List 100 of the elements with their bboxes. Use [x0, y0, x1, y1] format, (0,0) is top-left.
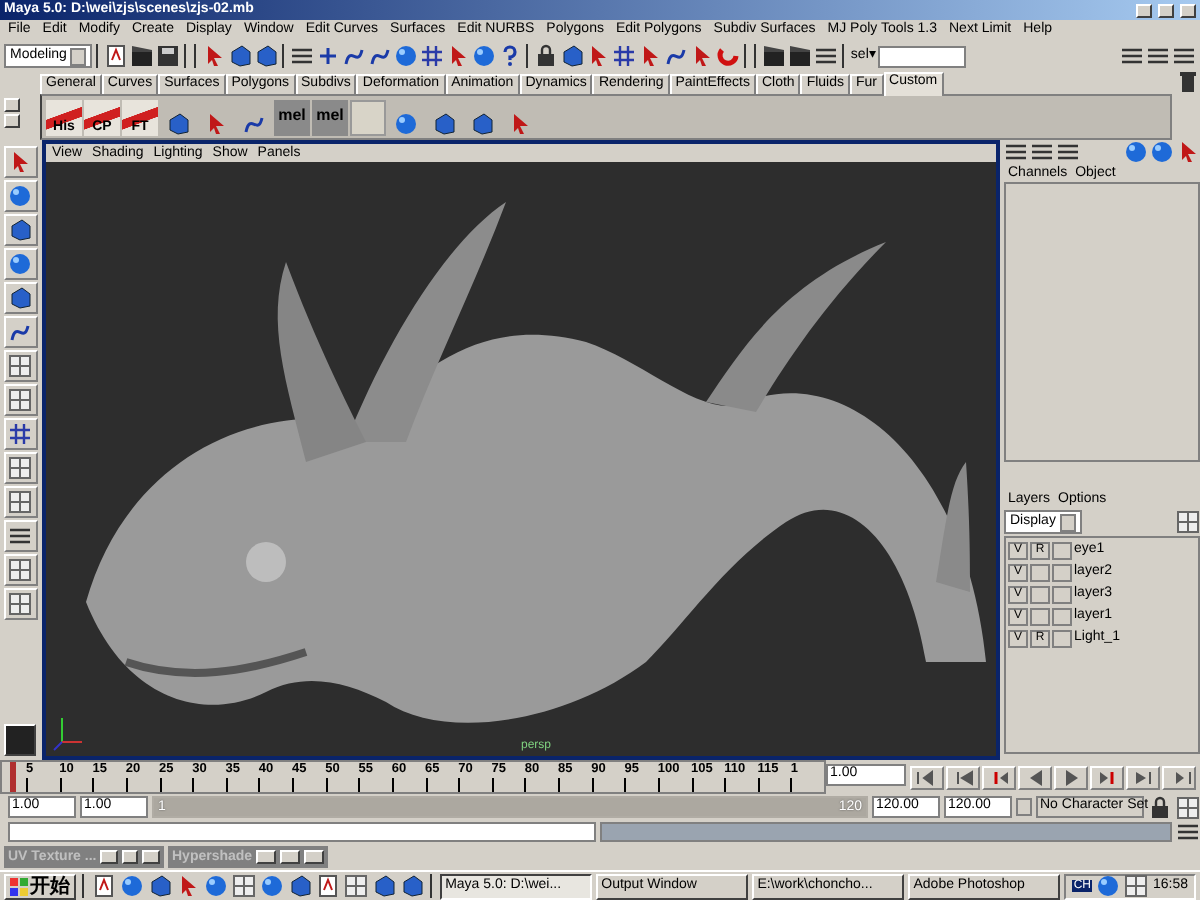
clapper-icon[interactable] [788, 44, 813, 68]
maximize-button[interactable] [1158, 3, 1174, 17]
padlock-icon[interactable] [534, 44, 559, 68]
shelf-button[interactable]: mel [274, 99, 310, 135]
close-button[interactable] [142, 850, 160, 864]
grid-icon[interactable] [612, 44, 637, 68]
list-icon[interactable] [814, 44, 839, 68]
arrow-icon[interactable] [638, 44, 663, 68]
arrow-icon[interactable] [1176, 140, 1200, 164]
cube-icon[interactable] [560, 44, 585, 68]
panel-layout-icon[interactable] [231, 874, 256, 898]
step-back-frame-button[interactable] [982, 765, 1016, 789]
sphere-icon[interactable] [472, 44, 497, 68]
list-icon[interactable] [1004, 140, 1028, 164]
tool-button[interactable] [3, 418, 37, 450]
arrow-icon[interactable] [446, 44, 471, 68]
grid-icon[interactable] [420, 44, 445, 68]
arrow-icon [8, 150, 32, 174]
tool-button[interactable] [3, 588, 37, 620]
curve-icon[interactable] [664, 44, 689, 68]
tool-button[interactable] [3, 214, 37, 246]
tool-button[interactable] [3, 146, 37, 178]
arrow-icon[interactable] [690, 44, 715, 68]
close-button[interactable] [304, 850, 324, 864]
tool-button[interactable] [3, 282, 37, 314]
maximize-button[interactable] [280, 850, 301, 864]
magnet-icon[interactable] [716, 44, 741, 68]
go-to-start-icon [915, 765, 939, 789]
play-backwards-button[interactable] [1018, 765, 1052, 789]
clapper-icon[interactable] [762, 44, 787, 68]
color-swatch[interactable] [1052, 563, 1072, 581]
list-icon[interactable] [290, 44, 315, 68]
panel-layout-icon [8, 456, 32, 480]
tool-button[interactable] [3, 384, 37, 416]
cube-icon[interactable] [228, 44, 253, 68]
panel-layout-icon[interactable] [1176, 510, 1200, 534]
panel-layout-icon [8, 592, 32, 616]
selection-field[interactable] [878, 45, 967, 67]
step-back-key-button[interactable] [946, 765, 980, 789]
sphere-icon[interactable] [1150, 140, 1174, 164]
color-swatch[interactable] [1052, 607, 1072, 625]
color-swatch[interactable] [1052, 629, 1072, 647]
tool-button[interactable] [3, 486, 37, 518]
panel-layout-icon[interactable] [343, 874, 368, 898]
document-icon[interactable] [315, 874, 340, 898]
step-forward-key-button[interactable] [1126, 765, 1160, 789]
color-swatch[interactable] [1052, 541, 1072, 559]
cube-icon[interactable] [399, 874, 424, 898]
tool-button[interactable] [3, 520, 37, 552]
cube-icon[interactable] [371, 874, 396, 898]
padlock-icon[interactable] [1148, 795, 1172, 819]
maximize-button[interactable] [256, 850, 277, 864]
cube-icon [432, 111, 456, 135]
list-icon[interactable] [1146, 44, 1170, 68]
go-to-end-button[interactable] [1162, 765, 1196, 789]
panel-layout-icon [8, 354, 32, 378]
sphere-icon[interactable] [1096, 874, 1121, 898]
arrow-icon[interactable] [586, 44, 611, 68]
sphere-icon[interactable] [203, 874, 228, 898]
panel-layout-icon [8, 490, 32, 514]
cube-icon[interactable] [254, 44, 279, 68]
shelf-menu-button[interactable] [4, 114, 20, 128]
minimize-button[interactable] [1136, 3, 1152, 17]
cube-icon[interactable] [147, 874, 172, 898]
sphere-icon[interactable] [1124, 140, 1148, 164]
trash-can-icon[interactable] [1176, 70, 1200, 94]
curve-icon[interactable] [368, 44, 393, 68]
curve-icon[interactable] [342, 44, 367, 68]
go-to-start-button[interactable] [910, 765, 944, 789]
cube-icon[interactable] [287, 874, 312, 898]
step-forward-frame-button[interactable] [1090, 765, 1124, 789]
sphere-icon[interactable] [394, 44, 419, 68]
shelf-button[interactable]: mel [312, 99, 348, 135]
tool-button[interactable] [3, 452, 37, 484]
arrow-icon[interactable] [202, 44, 227, 68]
list-icon[interactable] [1176, 820, 1200, 844]
character-set-menu-button[interactable] [1016, 798, 1032, 816]
arrow-icon [204, 111, 228, 135]
document-icon[interactable] [104, 44, 129, 68]
sphere-icon [8, 184, 32, 208]
document-icon[interactable] [91, 874, 116, 898]
list-icon[interactable] [1056, 140, 1080, 164]
close-button[interactable] [1180, 3, 1196, 17]
color-swatch[interactable] [1052, 585, 1072, 603]
clapper-icon[interactable] [130, 44, 155, 68]
tool-button[interactable] [3, 554, 37, 586]
play-forwards-button[interactable] [1054, 765, 1088, 789]
list-icon[interactable] [1120, 44, 1144, 68]
command-line-field[interactable] [8, 822, 596, 842]
list-icon[interactable] [1030, 140, 1054, 164]
axis-icon [53, 717, 83, 751]
tool-button[interactable] [3, 316, 37, 348]
panel-layout-icon[interactable] [1176, 795, 1200, 819]
start-button[interactable]: 开始 [4, 873, 76, 899]
shelf-tabs-toggle[interactable] [4, 98, 20, 112]
cube-icon [8, 218, 32, 242]
plus-icon[interactable] [316, 44, 341, 68]
panel-layout-icon[interactable] [1124, 874, 1149, 898]
list-icon[interactable] [1172, 44, 1196, 68]
tool-button[interactable] [3, 350, 37, 382]
